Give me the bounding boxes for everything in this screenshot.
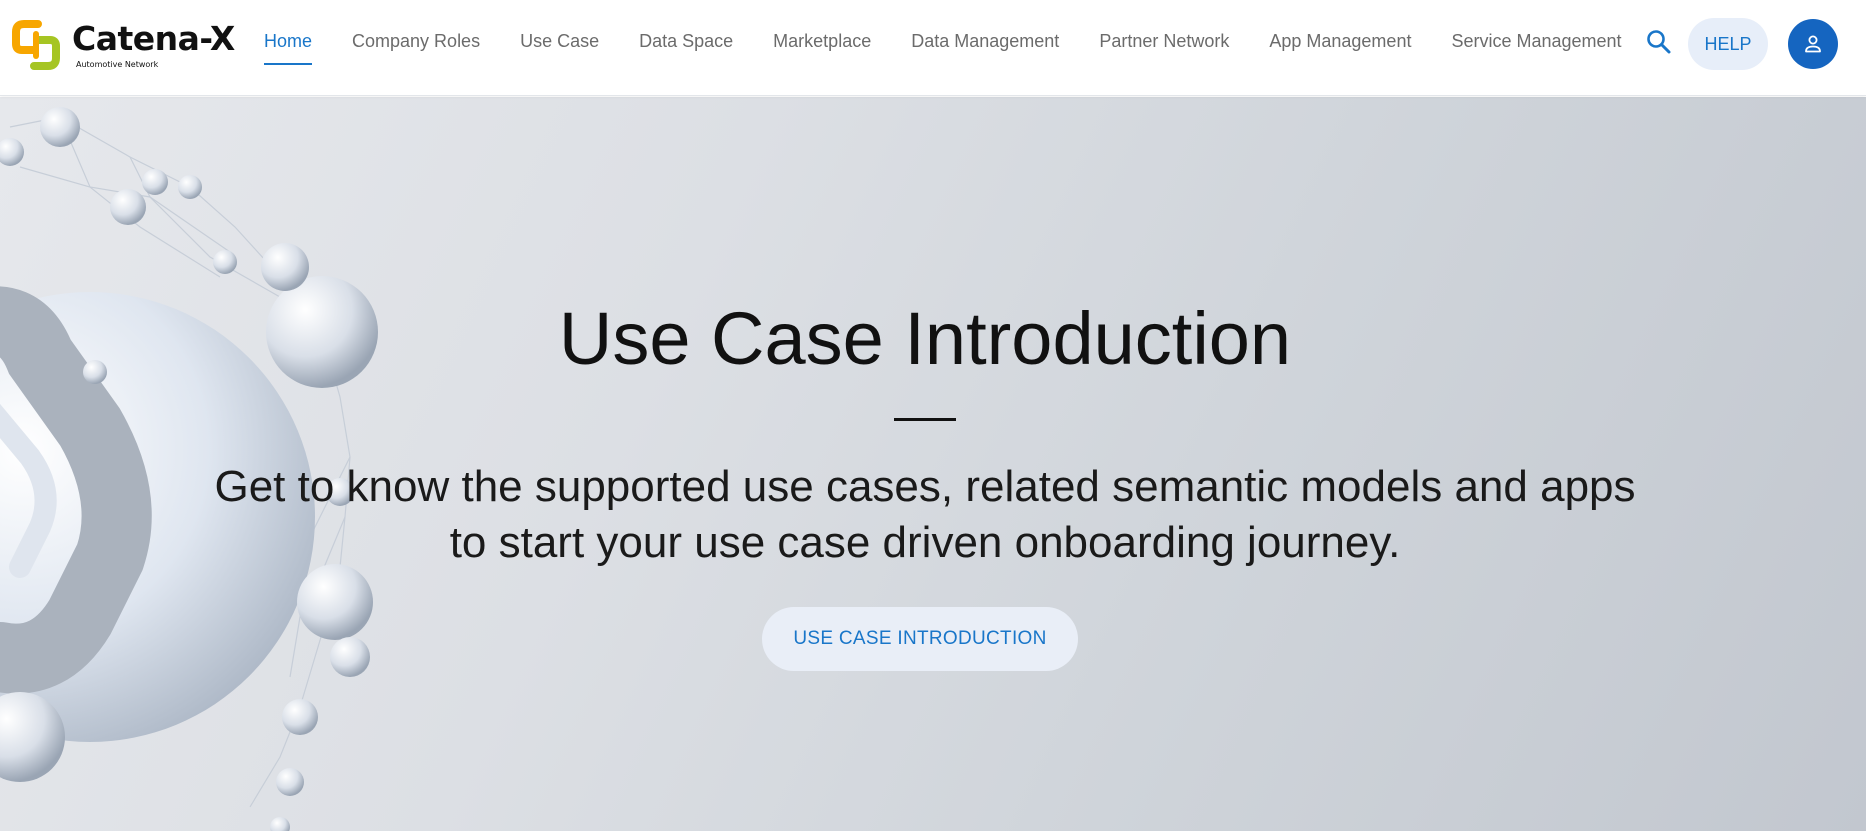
nav-item-label: Home <box>264 31 313 51</box>
nav-item-partner-network[interactable]: Partner Network <box>1099 0 1229 96</box>
brand-name: Catena-X <box>72 19 235 58</box>
help-button-label: HELP <box>1704 33 1752 54</box>
brand-tagline: Automotive Network <box>76 60 159 69</box>
hero-title: Use Case Introduction <box>558 297 1292 380</box>
cta-label: USE CASE INTRODUCTION <box>793 628 1047 649</box>
nav-item-company-roles[interactable]: Company Roles <box>352 0 480 96</box>
top-header: Catena-X Automotive Network Home Company… <box>0 0 1866 96</box>
hero-subtitle: Get to know the supported use cases, rel… <box>214 462 1636 567</box>
nav-item-label: Data Management <box>911 31 1060 51</box>
use-case-introduction-button[interactable]: USE CASE INTRODUCTION <box>762 607 1078 671</box>
user-menu-button[interactable] <box>1788 19 1838 69</box>
nav-item-data-management[interactable]: Data Management <box>911 0 1059 96</box>
main-nav: Home Company Roles Use Case Data Space M… <box>264 0 1622 96</box>
nav-item-label: Data Space <box>639 31 734 51</box>
nav-item-service-management[interactable]: Service Management <box>1451 0 1621 96</box>
nav-item-data-space[interactable]: Data Space <box>639 0 733 96</box>
help-button[interactable]: HELP <box>1688 18 1768 70</box>
nav-item-label: Company Roles <box>352 31 481 51</box>
nav-item-app-management[interactable]: App Management <box>1269 0 1411 96</box>
user-icon <box>1805 35 1821 53</box>
title-divider <box>894 418 956 421</box>
nav-item-label: Marketplace <box>773 31 872 51</box>
nav-item-marketplace[interactable]: Marketplace <box>773 0 871 96</box>
nav-item-label: Service Management <box>1451 31 1622 51</box>
active-indicator <box>264 63 313 65</box>
search-button[interactable] <box>1645 28 1673 56</box>
catena-x-logo-icon <box>12 20 60 70</box>
hero-section: Use Case Introduction Get to know the su… <box>0 97 1866 831</box>
nav-item-label: Partner Network <box>1099 31 1230 51</box>
search-icon <box>1647 30 1671 54</box>
nav-item-label: Use Case <box>520 31 600 51</box>
nav-item-use-case[interactable]: Use Case <box>520 0 599 96</box>
brand-logo[interactable]: Catena-X Automotive Network <box>12 18 235 74</box>
nav-item-home[interactable]: Home <box>264 0 313 96</box>
nav-item-label: App Management <box>1269 31 1412 51</box>
